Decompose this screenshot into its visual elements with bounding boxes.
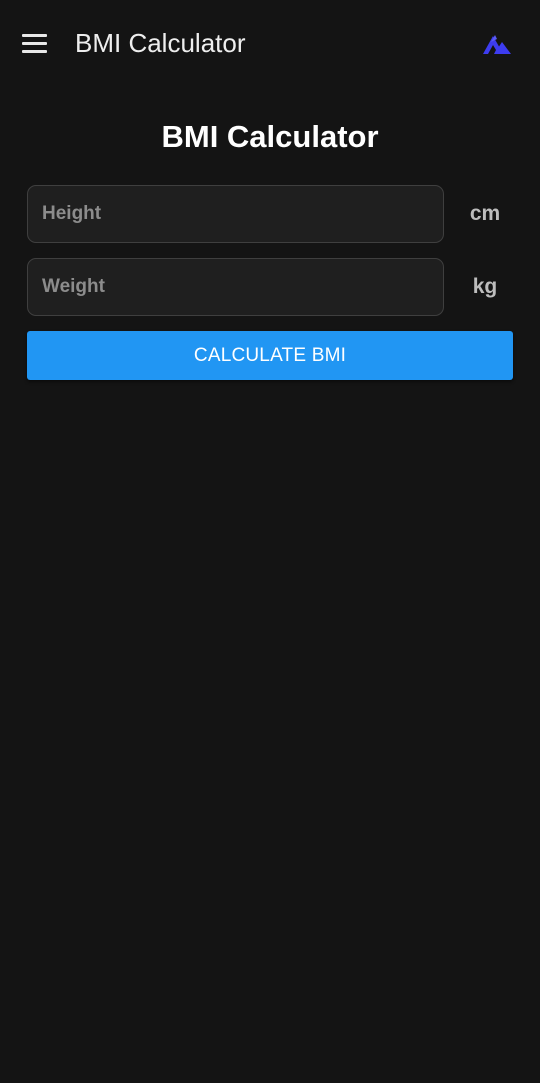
- hamburger-menu-icon-line-bottom: [21, 49, 47, 53]
- app-bar: BMI Calculator: [0, 0, 540, 86]
- height-unit-label: cm: [469, 202, 501, 225]
- calculate-bmi-button[interactable]: CALCULATE BMI: [27, 331, 513, 380]
- hamburger-menu-icon-line-middle: [21, 41, 47, 45]
- weight-input[interactable]: [27, 258, 444, 316]
- app-bar-title: BMI Calculator: [75, 28, 246, 58]
- menu-button[interactable]: [14, 25, 54, 61]
- hamburger-menu-icon-line-top: [21, 33, 47, 37]
- weight-field-row: kg: [27, 258, 513, 316]
- weight-unit-label: kg: [472, 275, 498, 298]
- height-input[interactable]: [27, 185, 444, 243]
- mountain-logo-icon: [483, 35, 511, 54]
- page-title: BMI Calculator: [161, 119, 379, 154]
- height-field-row: cm: [27, 185, 513, 243]
